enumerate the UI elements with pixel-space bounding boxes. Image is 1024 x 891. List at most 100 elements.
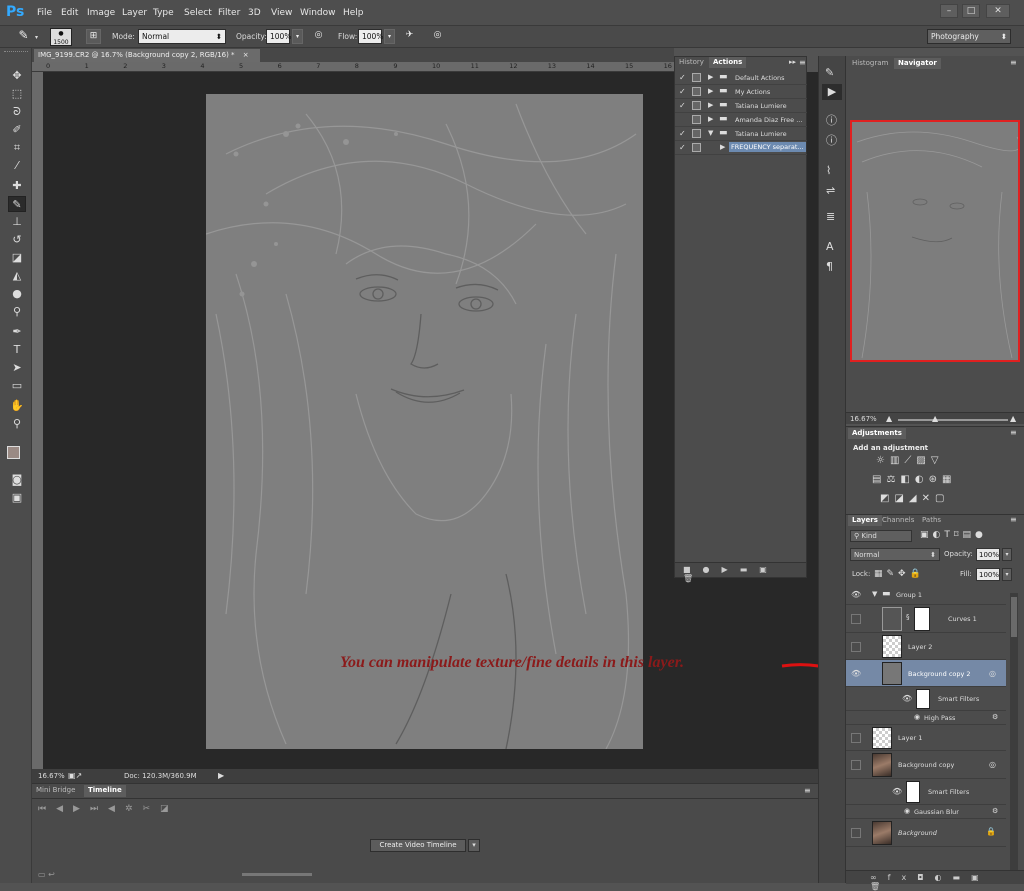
zoom-out-icon[interactable]: ▲ (886, 414, 892, 423)
hand-tool-icon[interactable]: ✋ (8, 398, 26, 414)
character-panel-icon[interactable]: A (826, 240, 834, 253)
zoom-level[interactable]: 16.67% (38, 772, 65, 780)
tab-histogram[interactable]: Histogram (848, 58, 892, 69)
opacity-dropdown-icon[interactable]: ▾ (292, 29, 303, 44)
preset-dropdown-arrow-icon[interactable]: ▾ (35, 34, 38, 41)
tab-adjustments[interactable]: Adjustments (848, 428, 906, 439)
timeline-footer-icons[interactable]: ▭ ↩ (38, 870, 55, 879)
menu-select[interactable]: Select (184, 8, 212, 18)
visibility-eye-icon[interactable] (851, 828, 861, 838)
menu-type[interactable]: Type (153, 8, 174, 18)
expand-arrow-icon[interactable]: ▶ (708, 87, 713, 95)
filter-visibility-eye-icon[interactable]: 👁 (892, 787, 902, 796)
path-selection-tool-icon[interactable]: ➤ (8, 360, 26, 376)
action-toggle-check-icon[interactable]: ✓ (679, 129, 686, 138)
panel-menu-icon[interactable]: ≡ (1010, 515, 1017, 524)
opacity-dropdown-icon[interactable]: ▾ (1002, 548, 1012, 561)
blend-mode-select[interactable]: Normal ⬍ (850, 548, 940, 561)
layer-mask-thumbnail[interactable] (914, 607, 930, 631)
dialog-toggle-icon[interactable] (692, 87, 701, 96)
gradient-tool-icon[interactable]: ◭ (8, 268, 26, 284)
filter-visibility-eye-icon[interactable]: ◉ (904, 807, 910, 815)
dialog-toggle-icon[interactable] (692, 101, 701, 110)
quick-mask-icon[interactable]: ◙ (8, 472, 26, 488)
marquee-tool-icon[interactable]: ⬚ (8, 86, 26, 102)
menu-view[interactable]: View (271, 8, 292, 18)
layers-scrollbar-thumb[interactable] (1011, 597, 1017, 637)
zoom-tool-icon[interactable]: ⚲ (8, 416, 26, 432)
layer-row[interactable]: 👁👁Smart Filters (846, 779, 1006, 805)
type-tool-icon[interactable]: T (8, 342, 26, 358)
clone-source-icon[interactable]: ⇌ (826, 184, 835, 197)
menu-edit[interactable]: Edit (61, 8, 78, 18)
airbrush-icon[interactable]: ✈ (402, 29, 417, 44)
opacity-input[interactable]: 100% (266, 29, 291, 44)
action-toggle-check-icon[interactable]: ✓ (679, 73, 686, 82)
layer-row[interactable]: Layer 2 (846, 633, 1006, 660)
tab-paths[interactable]: Paths (918, 515, 945, 526)
close-tab-icon[interactable]: × (243, 51, 249, 59)
pressure-size-icon[interactable]: ◎ (430, 29, 445, 44)
layer-opacity-input[interactable]: 100% (976, 548, 1000, 561)
actions-play-icon[interactable]: ▶ (822, 84, 842, 100)
visibility-eye-icon[interactable] (851, 641, 861, 652)
zoom-slider-track[interactable] (898, 419, 1008, 421)
visibility-eye-icon[interactable]: 👁 (851, 669, 861, 679)
filter-blending-options-icon[interactable]: ⚙ (992, 807, 998, 815)
status-menu-arrow-icon[interactable]: ▶ (218, 771, 224, 780)
layer-row[interactable]: 👁 ◎ Background copy 2 (846, 660, 1006, 687)
layer-comps-icon[interactable]: ≣ (826, 210, 835, 223)
flow-input[interactable]: 100% (358, 29, 383, 44)
mode-select[interactable]: Normal ⬍ (138, 29, 226, 44)
info-panel-icon[interactable]: ⓘ (826, 112, 837, 128)
foreground-color-swatch[interactable] (7, 446, 20, 459)
tab-mini-bridge[interactable]: Mini Bridge (36, 786, 75, 797)
layer-row[interactable]: ◎ Background copy (846, 751, 1006, 779)
timeline-playback-controls[interactable]: ⏮◀▶⏭◀✲✂◪ (38, 804, 179, 814)
dialog-toggle-icon[interactable] (692, 115, 701, 124)
action-toggle-check-icon[interactable]: ✓ (679, 101, 686, 110)
brush-presets-icon[interactable]: ⌇ (826, 164, 831, 177)
adjustment-icons-row-2[interactable]: ▤⚖◧◐⊛▦ (872, 474, 956, 485)
expand-arrow-icon[interactable]: ▶ (708, 115, 713, 123)
action-item[interactable]: ✓ ▶ ▬ Tatiana Lumiere (675, 99, 807, 113)
visibility-eye-icon[interactable] (851, 733, 861, 743)
menu-3d[interactable]: 3D (248, 8, 261, 18)
panel-menu-icon[interactable]: ≡ (799, 58, 806, 67)
menu-filter[interactable]: Filter (218, 8, 240, 18)
expand-arrow-icon[interactable]: ▼ (872, 590, 877, 598)
filter-blending-options-icon[interactable]: ⚙ (992, 713, 998, 721)
dialog-toggle-icon[interactable] (692, 129, 701, 138)
expand-arrow-icon[interactable]: ▶ (708, 101, 713, 109)
expand-arrow-icon[interactable]: ▶ (720, 143, 725, 151)
layer-filter-select[interactable]: ⚲ Kind (850, 530, 912, 542)
layer-thumbnail[interactable] (882, 662, 902, 685)
tab-timeline[interactable]: Timeline (84, 785, 126, 797)
eraser-tool-icon[interactable]: ◪ (8, 250, 26, 266)
lock-icons[interactable]: ▦✎✥🔒 (874, 569, 925, 579)
actions-footer-buttons[interactable]: ■●▶▬▣🗑 (675, 562, 806, 583)
dialog-toggle-icon[interactable] (692, 73, 701, 82)
adjustment-icons-row-1[interactable]: ☼▥⟋▨▽ (876, 455, 944, 466)
create-video-timeline-button[interactable]: Create Video Timeline (370, 839, 466, 852)
visibility-eye-icon[interactable]: 👁 (851, 590, 861, 600)
screen-mode-icon[interactable]: ▣ (8, 490, 26, 506)
navigator-zoom-value[interactable]: 16.67% (850, 415, 877, 423)
smart-filter-mask-thumbnail[interactable] (906, 781, 920, 803)
tab-navigator[interactable]: Navigator (894, 58, 941, 69)
layer-row[interactable]: 👁◉⚙High Pass (846, 711, 1006, 725)
expand-arrow-icon[interactable]: ▼ (708, 129, 713, 137)
smart-filter-mask-thumbnail[interactable] (916, 689, 930, 709)
tab-layers[interactable]: Layers (848, 515, 882, 526)
filter-visibility-eye-icon[interactable]: 👁 (902, 694, 912, 703)
layer-fill-input[interactable]: 100% (976, 568, 1000, 581)
zoom-in-icon[interactable]: ▲ (1010, 414, 1016, 423)
brush-size-picker[interactable]: ● 1500 (50, 28, 72, 46)
layer-row[interactable]: 👁 ▼ ▬ Group 1 (846, 585, 1006, 605)
mask-link-icon[interactable]: § (906, 613, 910, 621)
close-window-button[interactable]: ✕ (986, 4, 1010, 18)
panel-collapse-icon[interactable]: ▸▸ (789, 58, 796, 66)
action-item[interactable]: ✓ ▶ FREQUENCY separat... (675, 141, 807, 155)
expand-arrow-icon[interactable]: ▶ (708, 73, 713, 81)
tab-actions[interactable]: Actions (709, 57, 747, 68)
